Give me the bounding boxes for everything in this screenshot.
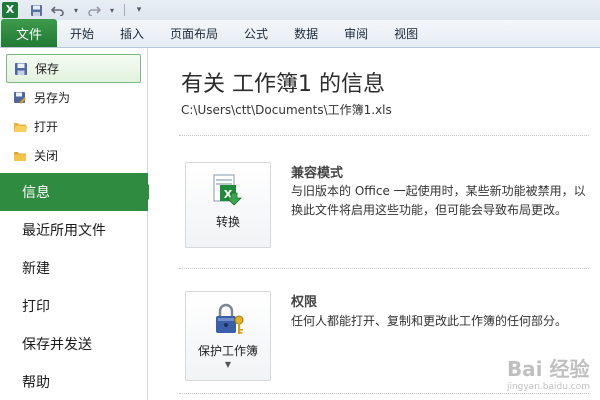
open-command[interactable]: 打开	[6, 112, 141, 141]
save-as-icon	[12, 90, 28, 106]
file-path: C:\Users\ctt\Documents\工作簿1.xls	[181, 103, 392, 117]
compatibility-title: 兼容模式	[291, 166, 344, 181]
tab-page-layout[interactable]: 页面布局	[157, 19, 231, 47]
nav-item-new[interactable]: 新建	[0, 249, 147, 287]
customize-qat-icon[interactable]: ▾	[131, 2, 147, 18]
convert-button-label: 转换	[215, 215, 240, 229]
tab-formulas[interactable]: 公式	[231, 19, 281, 47]
quick-access-toolbar: X ▾ ▾ ▾	[0, 0, 600, 20]
redo-icon[interactable]	[86, 2, 102, 18]
divider	[179, 393, 589, 394]
tab-data[interactable]: 数据	[281, 19, 331, 47]
tab-file[interactable]: 文件	[1, 19, 57, 47]
dropdown-arrow-icon[interactable]: ▾	[108, 2, 116, 18]
close-folder-icon	[12, 148, 28, 164]
watermark-text: Bai 经验	[506, 357, 590, 381]
tab-view[interactable]: 视图	[381, 19, 431, 47]
nav-item-help[interactable]: 帮助	[0, 363, 147, 400]
save-as-command-label: 另存为	[34, 91, 71, 105]
baidu-watermark: Bai 经验 jingyan.baidu.com	[507, 353, 590, 392]
page-title: 有关 工作簿1 的信息	[181, 72, 385, 97]
close-command[interactable]: 关闭	[6, 141, 141, 170]
open-folder-icon	[12, 119, 28, 135]
close-command-label: 关闭	[34, 149, 59, 163]
info-pane: 有关 工作簿1 的信息 C:\Users\ctt\Documents\工作簿1.…	[149, 48, 600, 400]
tab-review[interactable]: 审阅	[331, 19, 381, 47]
dropdown-arrow-icon: ▼	[224, 360, 232, 369]
convert-icon: X	[213, 174, 242, 206]
save-icon[interactable]	[28, 2, 44, 18]
nav-item-info[interactable]: 信息	[0, 173, 156, 211]
nav-item-print[interactable]: 打印	[0, 287, 147, 325]
nav-item-recent[interactable]: 最近所用文件	[0, 211, 147, 249]
convert-button[interactable]: X 转换	[185, 162, 271, 248]
protect-workbook-button[interactable]: 保护工作簿 ▼	[185, 291, 271, 381]
undo-icon[interactable]	[50, 2, 66, 18]
compatibility-desc-line2: 换此文件将启用这些功能，但可能会导致布局更改。	[291, 203, 568, 217]
open-command-label: 打开	[34, 120, 59, 134]
lock-key-icon	[216, 303, 244, 334]
save-icon	[13, 61, 29, 77]
permissions-title: 权限	[291, 295, 318, 310]
save-as-command[interactable]: 另存为	[6, 83, 141, 112]
watermark-url: jingyan.baidu.com	[506, 382, 590, 392]
protect-workbook-label: 保护工作簿	[197, 344, 258, 358]
save-command[interactable]: 保存	[6, 54, 141, 83]
nav-item-save-send[interactable]: 保存并发送	[0, 325, 147, 363]
ribbon-tabs: 文件 开始 插入 页面布局 公式 数据 审阅 视图	[0, 19, 600, 48]
divider	[179, 268, 589, 269]
toolbar-separator	[124, 4, 125, 16]
tab-insert[interactable]: 插入	[107, 19, 157, 47]
backstage-nav: 保存 另存为 打开 关闭 信息 最近所用文件 新建 打印 保存并发送 帮助	[0, 48, 156, 400]
compatibility-desc-line1: 与旧版本的 Office 一起使用时，某些新功能被禁用，以	[291, 184, 586, 198]
permissions-desc: 任何人都能打开、复制和更改此工作簿的任何部分。	[291, 314, 568, 328]
divider	[179, 135, 589, 136]
dropdown-arrow-icon[interactable]: ▾	[72, 2, 80, 18]
save-command-label: 保存	[35, 62, 60, 76]
tab-home[interactable]: 开始	[57, 19, 107, 47]
excel-icon[interactable]: X	[2, 2, 18, 18]
